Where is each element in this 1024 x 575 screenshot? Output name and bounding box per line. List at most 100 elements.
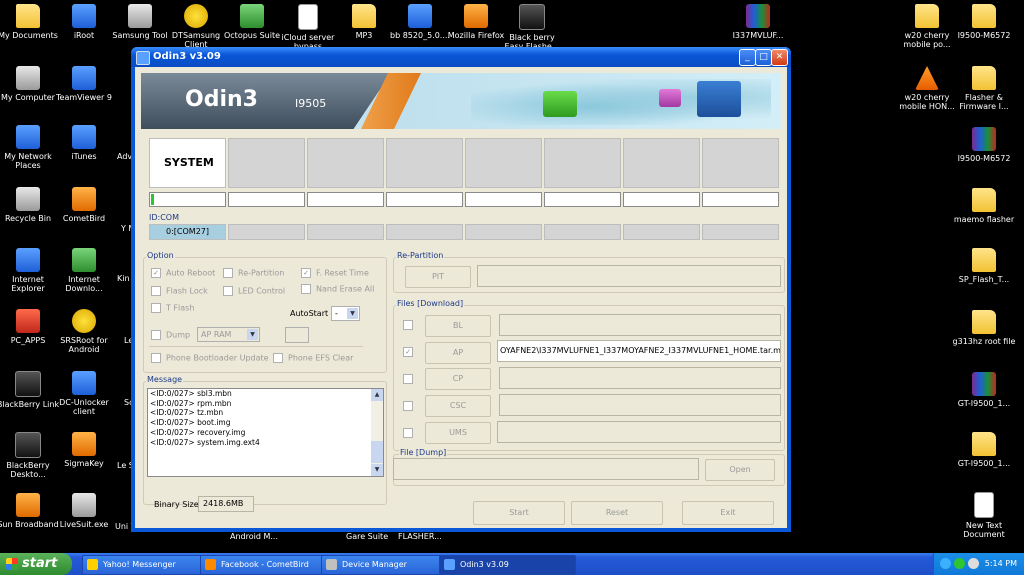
- media-tray-icon[interactable]: [954, 558, 965, 569]
- cp-checkbox[interactable]: [403, 374, 418, 384]
- ap-path-field[interactable]: OYAFNE2\I337MVLUFNE1_I337MOYAFNE2_I337MV…: [497, 340, 781, 362]
- volume-tray-icon[interactable]: [968, 558, 979, 569]
- desktop-icon-i9500-m6572-rar[interactable]: I9500-M6572: [952, 127, 1016, 163]
- ums-button[interactable]: UMS: [425, 422, 491, 444]
- desktop-icon-g313hz[interactable]: g313hz root file: [952, 310, 1016, 346]
- desktop-icon-srsroot[interactable]: SRSRoot for Android: [52, 309, 116, 354]
- progress-bar-8: [702, 192, 779, 207]
- ums-checkbox[interactable]: [403, 428, 418, 438]
- dump-checkbox[interactable]: Dump: [151, 330, 190, 340]
- ap-button[interactable]: AP: [425, 342, 491, 364]
- minimize-button[interactable]: _: [739, 49, 756, 66]
- close-button[interactable]: ✕: [771, 49, 788, 66]
- desktop-icon-recycle-bin[interactable]: Recycle Bin: [0, 187, 60, 223]
- desktop-icon-flasher-firmware[interactable]: Flasher & Firmware I...: [952, 66, 1016, 111]
- csc-checkbox[interactable]: [403, 401, 418, 411]
- desktop-icon-octopus[interactable]: Octopus Suite: [220, 4, 284, 40]
- windows-logo-icon: [6, 557, 18, 570]
- desktop-icon-sun-broadband[interactable]: Sun Broadband: [0, 493, 60, 529]
- start-button[interactable]: Start: [473, 501, 565, 525]
- desktop-icon-gt-i9500-folder[interactable]: GT-I9500_1...: [952, 432, 1016, 468]
- desktop-icon-sp-flash[interactable]: SP_Flash_T...: [952, 248, 1016, 284]
- pit-button[interactable]: PIT: [405, 266, 471, 288]
- cp-button[interactable]: CP: [425, 368, 491, 390]
- message-scrollbar[interactable]: ▲ ▼: [371, 389, 383, 476]
- dump-select[interactable]: AP RAM ▼: [197, 327, 260, 342]
- flash-lock-checkbox[interactable]: Flash Lock: [151, 286, 208, 296]
- desktop-icon-internet-download[interactable]: Internet Downlo...: [52, 248, 116, 293]
- desktop-icon-blackberry-link[interactable]: BlackBerry Link: [0, 371, 60, 409]
- led-control-checkbox[interactable]: LED Control: [223, 286, 285, 296]
- desktop-icon-itunes[interactable]: iTunes: [52, 125, 116, 161]
- autostart-select[interactable]: - ▼: [331, 306, 360, 321]
- phone-efs-clear-checkbox[interactable]: Phone EFS Clear: [273, 353, 353, 363]
- ap-checkbox[interactable]: ✓: [403, 347, 418, 357]
- desktop-icon-blackberry-desktop[interactable]: BlackBerry Deskto...: [0, 432, 60, 479]
- scroll-down-icon[interactable]: ▼: [371, 464, 383, 476]
- scroll-thumb[interactable]: [371, 441, 383, 463]
- desktop-icon-maemo-flasher[interactable]: maemo flasher: [952, 188, 1016, 224]
- desktop-icon-dtsamsung[interactable]: DTSamsung Client: [164, 4, 228, 49]
- desktop-icon-sigmakey[interactable]: SigmaKey: [52, 432, 116, 468]
- auto-reboot-checkbox[interactable]: ✓ Auto Reboot: [151, 268, 215, 278]
- desktop-icon-i337[interactable]: I337MVLUF...: [726, 4, 790, 40]
- desktop-icon-my-network-places[interactable]: My Network Places: [0, 125, 60, 170]
- desktop-icon-internet-explorer[interactable]: Internet Explorer: [0, 248, 60, 293]
- scroll-up-icon[interactable]: ▲: [371, 389, 383, 401]
- port-slot-3: [307, 138, 384, 188]
- task-device-manager[interactable]: Device Manager: [321, 555, 455, 575]
- desktop-icon-mp3[interactable]: MP3: [332, 4, 396, 40]
- partial-label: FLASHER...: [398, 532, 442, 541]
- desktop-icon-cometbird[interactable]: CometBird: [52, 187, 116, 223]
- pit-path-field[interactable]: [477, 265, 781, 287]
- desktop-icon-new-text-document[interactable]: New Text Document: [952, 492, 1016, 539]
- bl-button[interactable]: BL: [425, 315, 491, 337]
- open-button[interactable]: Open: [705, 459, 775, 481]
- task-facebook-cometbird[interactable]: Facebook - CometBird: [200, 555, 337, 575]
- desktop-icon-samsung-tool[interactable]: Samsung Tool: [108, 4, 172, 40]
- folder-icon: [352, 4, 376, 28]
- bl-path-field[interactable]: [499, 314, 781, 336]
- reset-button[interactable]: Reset: [571, 501, 663, 525]
- desktop-icon-bb8520[interactable]: bb 8520_5.0....: [388, 4, 452, 40]
- desktop-icon-teamviewer[interactable]: TeamViewer 9: [52, 66, 116, 102]
- exit-button[interactable]: Exit: [682, 501, 774, 525]
- desktop-icon-icloud-bypass[interactable]: iCloud server bypass: [276, 4, 340, 51]
- desktop-icon-my-computer[interactable]: My Computer: [0, 66, 60, 102]
- maximize-button[interactable]: □: [755, 49, 772, 66]
- desktop-icon-firefox[interactable]: Mozilla Firefox: [444, 4, 508, 40]
- message-log[interactable]: <ID:0/027> sbl3.mbn <ID:0/027> rpm.mbn <…: [147, 388, 384, 477]
- cp-path-field[interactable]: [499, 367, 781, 389]
- desktop-icon-pc-apps[interactable]: PC_APPS: [0, 309, 60, 345]
- network-tray-icon[interactable]: [940, 558, 951, 569]
- desktop-icon-iroot[interactable]: iRoot: [52, 4, 116, 40]
- chevron-down-icon: ▼: [347, 308, 358, 319]
- clock[interactable]: 5:14 PM: [985, 553, 1017, 575]
- title-bar[interactable]: Odin3 v3.09 _ □ ✕: [131, 47, 791, 67]
- bb-icon: [408, 4, 432, 28]
- re-partition-checkbox[interactable]: Re-Partition: [223, 268, 284, 278]
- task-odin3[interactable]: Odin3 v3.09: [439, 555, 576, 575]
- dump-path-field[interactable]: [393, 458, 699, 480]
- bl-checkbox[interactable]: [403, 320, 418, 330]
- csc-path-field[interactable]: [499, 394, 781, 416]
- desktop-icon-i9500-m6572[interactable]: I9500-M6572: [952, 4, 1016, 40]
- message-title: Message: [146, 375, 184, 384]
- desktop-icon-livesuit[interactable]: LiveSuit.exe: [52, 493, 116, 529]
- f-reset-time-checkbox[interactable]: ✓ F. Reset Time: [301, 268, 369, 278]
- nand-erase-all-checkbox[interactable]: Nand Erase All: [301, 284, 374, 294]
- phone-bootloader-update-checkbox[interactable]: Phone Bootloader Update: [151, 353, 269, 363]
- dump-value-box[interactable]: [285, 327, 309, 343]
- t-flash-checkbox[interactable]: T Flash: [151, 303, 194, 313]
- partial-label: Gare Suite: [346, 532, 389, 541]
- desktop-icon-w20-hon[interactable]: w20 cherry mobile HON...: [895, 66, 959, 111]
- task-yahoo-messenger[interactable]: Yahoo! Messenger: [82, 555, 216, 575]
- ums-path-field[interactable]: [497, 421, 781, 443]
- start-button[interactable]: start: [0, 553, 72, 575]
- desktop-icon-blackberry-flasher[interactable]: Black berry Easy Flashe...: [500, 4, 564, 51]
- csc-button[interactable]: CSC: [425, 395, 491, 417]
- desktop-icon-my-documents[interactable]: My Documents: [0, 4, 60, 40]
- desktop-icon-gt-i9500-rar[interactable]: GT-I9500_1...: [952, 372, 1016, 408]
- desktop-icon-dc-unlocker[interactable]: DC-Unlocker client: [52, 371, 116, 416]
- desktop-icon-w20-po[interactable]: w20 cherry mobile po...: [895, 4, 959, 49]
